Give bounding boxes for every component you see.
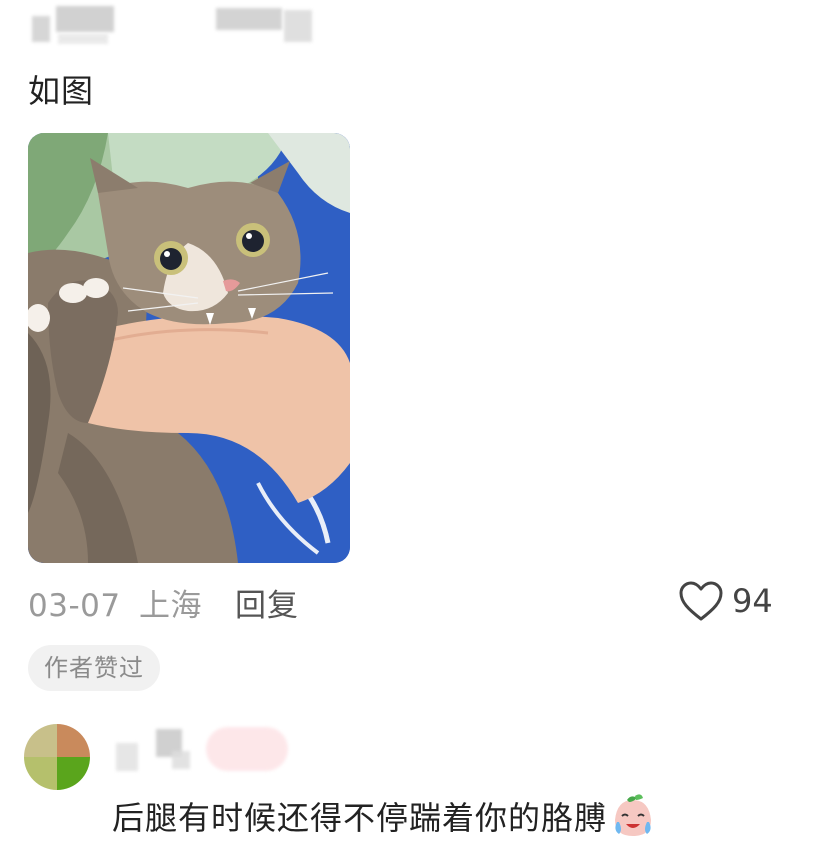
- comment-location: 上海: [138, 588, 202, 624]
- comment-text: 如图: [28, 72, 95, 110]
- like-button[interactable]: 94: [678, 580, 773, 622]
- crying-face-emoji-icon: [615, 794, 652, 836]
- reply-text: 后腿有时候还得不停踹着你的胳膊: [112, 792, 657, 840]
- comment-username-blurred[interactable]: [28, 2, 312, 46]
- comment-meta: 03-07 上海: [28, 580, 202, 625]
- comment-photo[interactable]: [28, 133, 350, 563]
- reply-text-content: 后腿有时候还得不停踹着你的胳膊: [112, 799, 608, 837]
- like-count: 94: [732, 582, 773, 620]
- reply-avatar[interactable]: [24, 724, 90, 790]
- reply-button[interactable]: 回复: [235, 580, 299, 625]
- author-liked-badge: 作者赞过: [28, 645, 160, 691]
- heart-outline-icon[interactable]: [678, 580, 724, 622]
- reply-username-blurred[interactable]: [112, 725, 292, 775]
- comment-date: 03-07: [28, 588, 121, 624]
